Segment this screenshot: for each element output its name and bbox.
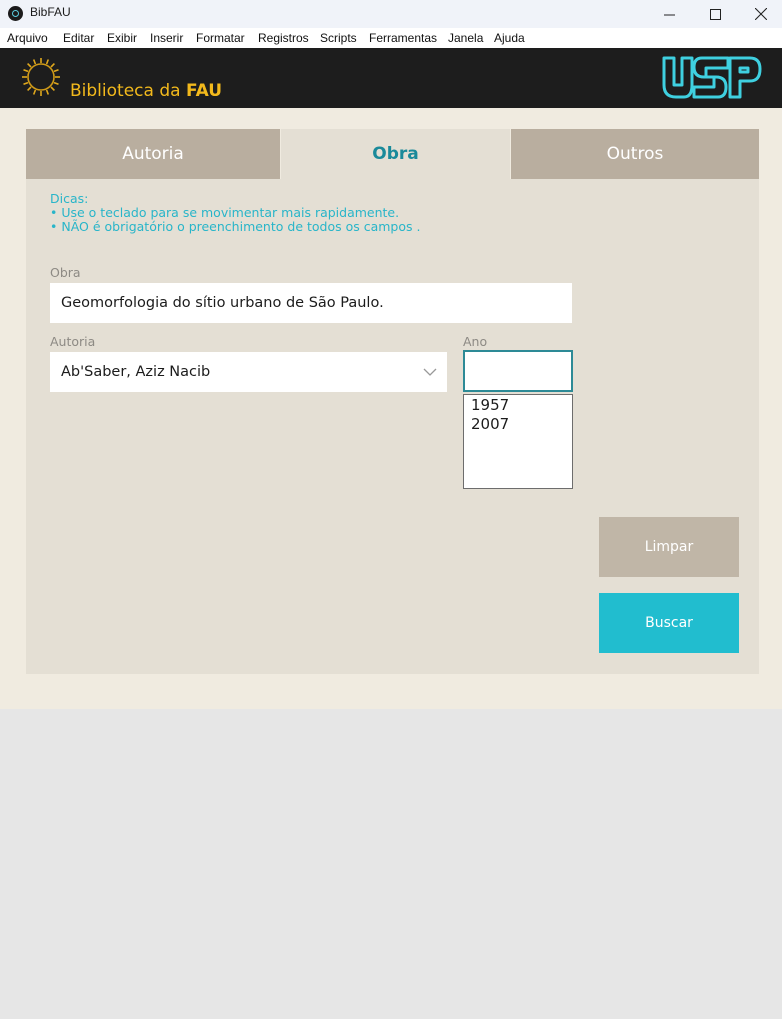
menu-bar: Arquivo Editar Exibir Inserir Formatar R… [0,28,782,48]
minimize-icon [663,14,675,15]
menu-inserir[interactable]: Inserir [150,31,183,45]
menu-arquivo[interactable]: Arquivo [7,31,48,45]
chevron-down-icon [423,368,437,376]
close-icon [755,8,767,20]
usp-logo [662,56,762,99]
library-title: Biblioteca da FAU [70,81,223,101]
ano-options-list[interactable]: 1957 2007 [463,394,573,489]
tab-outros[interactable]: Outros [511,129,759,179]
tab-autoria[interactable]: Autoria [26,129,280,179]
ano-option-1957[interactable]: 1957 [471,396,572,415]
minimize-button[interactable] [646,0,692,28]
ano-option-2007[interactable]: 2007 [471,415,572,434]
obra-field[interactable]: Geomorfologia do sítio urbano de São Pau… [50,283,572,323]
menu-exibir[interactable]: Exibir [107,31,137,45]
app-icon [8,6,23,21]
menu-ferramentas[interactable]: Ferramentas [369,31,437,45]
autoria-dropdown[interactable]: Ab'Saber, Aziz Nacib [50,352,447,392]
ano-input[interactable] [463,350,573,392]
tips-title: Dicas: [50,191,89,206]
menu-ajuda[interactable]: Ajuda [494,31,525,45]
obra-label: Obra [50,265,81,280]
window-title: BibFAU [30,5,71,19]
window-titlebar: BibFAU [0,0,782,28]
menu-janela[interactable]: Janela [448,31,483,45]
menu-scripts[interactable]: Scripts [320,31,357,45]
tips-box: Dicas: • Use o teclado para se movimenta… [50,192,420,234]
autoria-label: Autoria [50,334,96,349]
tips-line-1: • Use o teclado para se movimentar mais … [50,205,400,220]
obra-value: Geomorfologia do sítio urbano de São Pau… [61,295,384,311]
menu-editar[interactable]: Editar [63,31,94,45]
maximize-icon [709,8,721,20]
menu-formatar[interactable]: Formatar [196,31,245,45]
tips-line-2: • NÃO é obrigatório o preenchimento de t… [50,219,421,234]
buscar-button[interactable]: Buscar [599,593,739,653]
limpar-button[interactable]: Limpar [599,517,739,577]
app-header: Biblioteca da FAU [0,48,782,108]
close-button[interactable] [738,0,782,28]
tab-obra[interactable]: Obra [281,129,510,179]
autoria-value: Ab'Saber, Aziz Nacib [61,364,211,380]
sun-logo-icon [22,58,60,96]
maximize-button[interactable] [692,0,738,28]
menu-registros[interactable]: Registros [258,31,309,45]
ano-label: Ano [463,334,488,349]
